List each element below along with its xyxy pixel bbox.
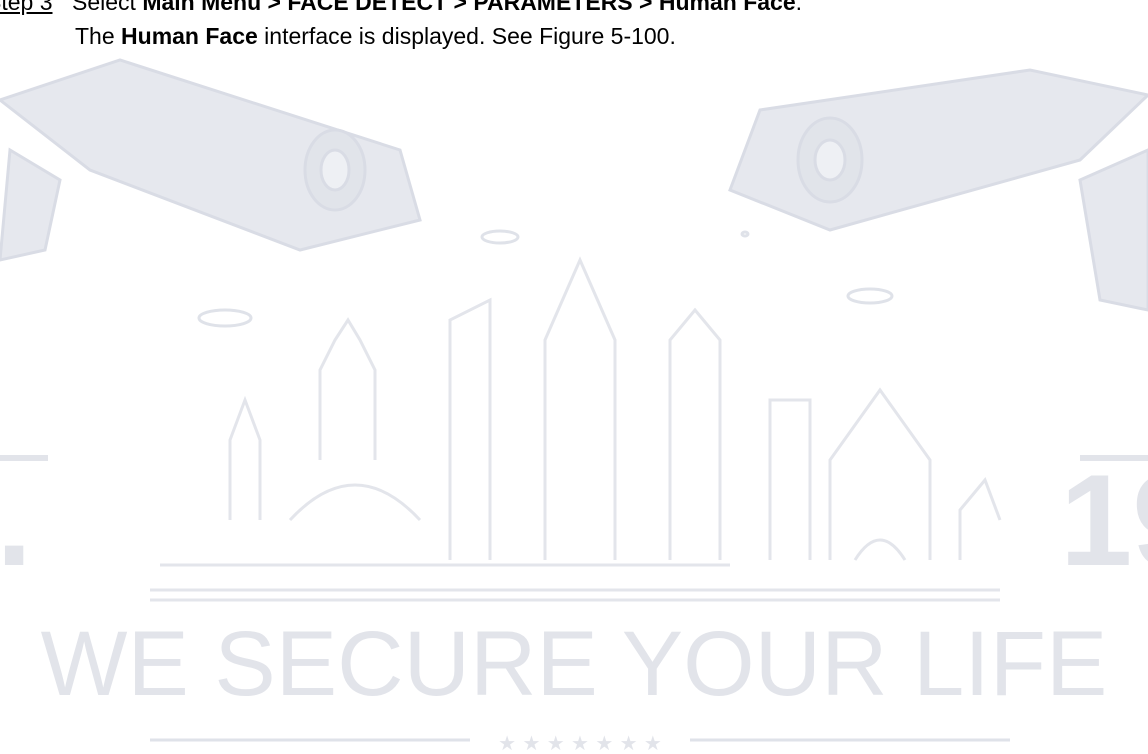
menu-path-separator: > <box>632 0 659 15</box>
result-sentence: The Human Face interface is displayed. S… <box>75 22 676 50</box>
menu-path-main-menu: Main Menu <box>142 0 262 15</box>
menu-path-separator: > <box>261 0 288 15</box>
watermark-right-fragment: 19 <box>1060 447 1148 593</box>
cctv-camera-left-icon <box>0 58 422 262</box>
result-prefix: The <box>75 23 122 49</box>
document-page: I. 19 WE SECURE YOUR LIFE ★ ★ ★ ★ ★ ★ ★ … <box>0 0 1148 754</box>
cctv-camera-right-icon <box>728 68 1148 312</box>
watermark: I. 19 WE SECURE YOUR LIFE ★ ★ ★ ★ ★ ★ ★ <box>0 58 1148 754</box>
result-suffix: interface is displayed. See Figure 5-100… <box>257 23 676 49</box>
menu-path-separator: > <box>447 0 474 15</box>
menu-path-face-detect: FACE DETECT <box>287 0 448 15</box>
watermark-slogan: WE SECURE YOUR LIFE <box>41 613 1108 715</box>
select-prefix: Select <box>72 0 143 15</box>
result-bold-term: Human Face <box>121 23 258 49</box>
menu-path-human-face: Human Face <box>658 0 796 15</box>
watermark-stars: ★ ★ ★ ★ ★ ★ ★ <box>498 731 662 754</box>
select-suffix: . <box>795 0 803 15</box>
menu-path-parameters: PARAMETERS <box>473 0 633 15</box>
city-skyline-icon <box>150 256 1002 602</box>
step-label: Step 3 <box>0 0 53 15</box>
watermark-left-fragment: I. <box>0 447 32 593</box>
step-instruction: Step 3 Select Main Menu > FACE DETECT > P… <box>0 0 802 16</box>
